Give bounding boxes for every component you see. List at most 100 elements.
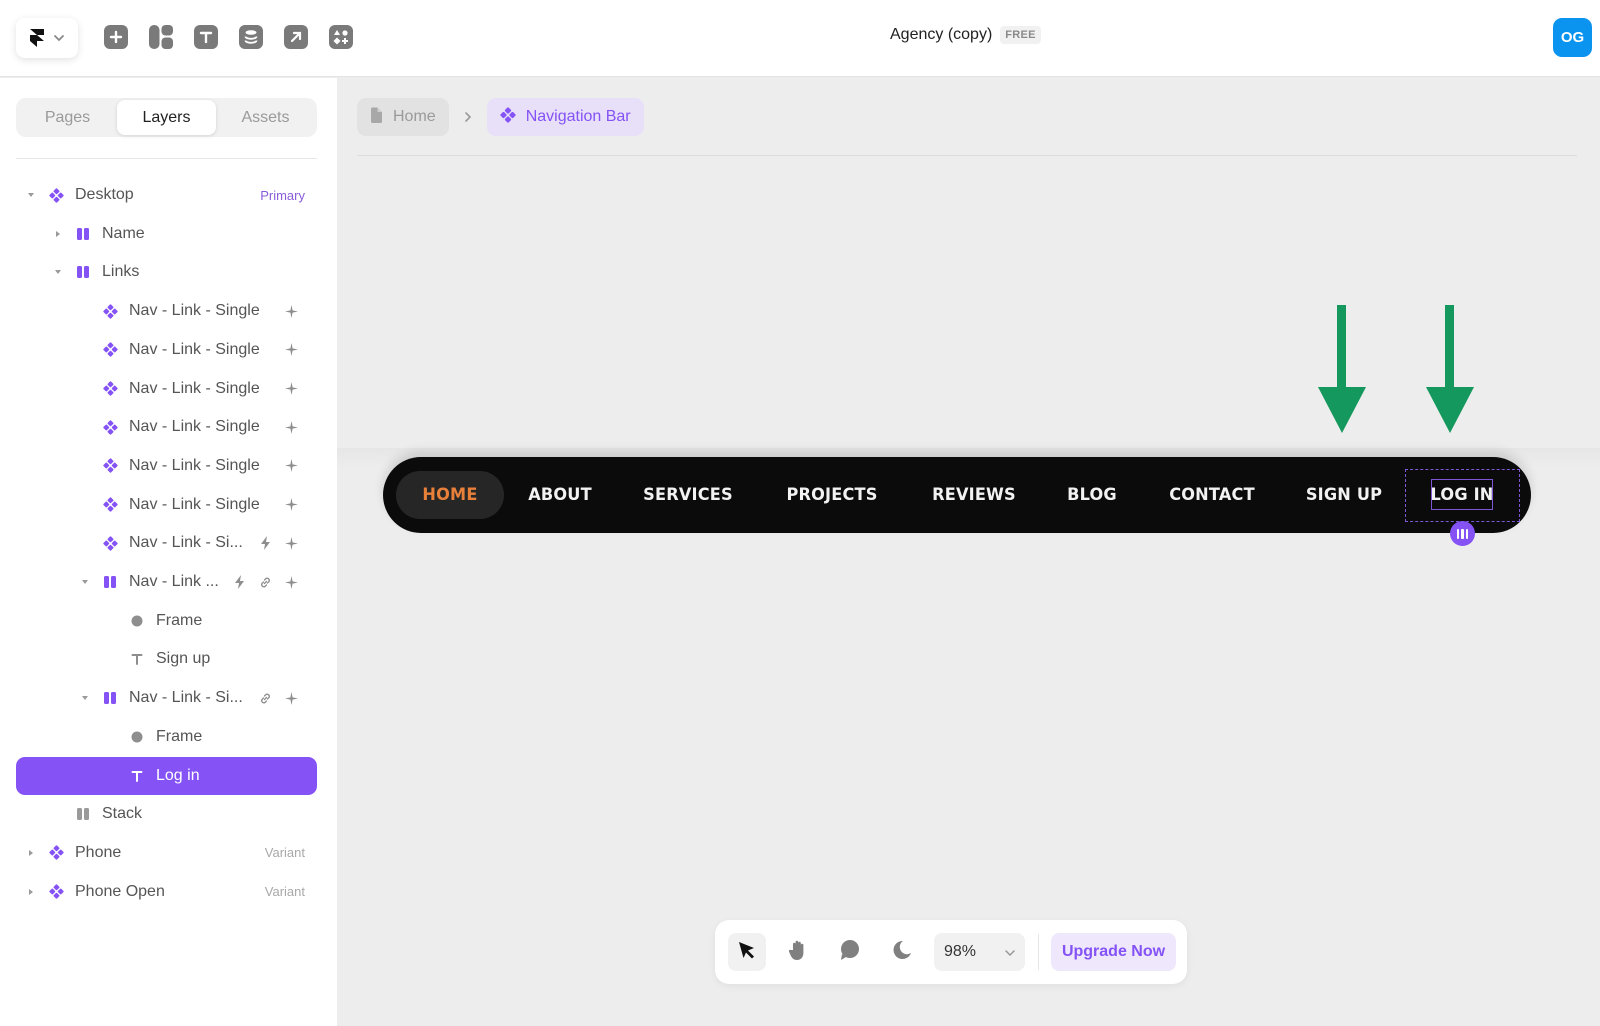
lightning-icon[interactable] bbox=[258, 536, 272, 551]
nav-link-about[interactable]: ABOUT bbox=[517, 457, 603, 533]
component-icon bbox=[102, 535, 118, 551]
link-icon[interactable] bbox=[258, 691, 272, 705]
text-icon bbox=[129, 768, 145, 784]
link-icon[interactable] bbox=[258, 575, 272, 589]
components-button[interactable] bbox=[329, 25, 353, 49]
shapes-icon bbox=[333, 29, 349, 45]
sparkle-icon[interactable] bbox=[284, 536, 298, 550]
hand-tool-button[interactable] bbox=[779, 933, 817, 971]
nav-link-home[interactable]: HOME bbox=[399, 457, 502, 533]
dark-mode-button[interactable] bbox=[883, 933, 921, 971]
sparkle-icon[interactable] bbox=[284, 498, 298, 512]
cms-button[interactable] bbox=[239, 25, 263, 49]
layer-tag: Primary bbox=[260, 187, 305, 203]
annotation-arrow-log-in bbox=[1426, 305, 1474, 433]
layer-row[interactable]: Nav - Link - Si... bbox=[16, 679, 317, 717]
tab-layers[interactable]: Layers bbox=[117, 100, 216, 135]
breadcrumb-home-label: Home bbox=[393, 108, 436, 125]
lightning-icon[interactable] bbox=[232, 575, 246, 589]
layer-label: Phone Open bbox=[75, 882, 165, 900]
navigation-bar[interactable]: HOME ABOUT SERVICES PROJECTS REVIEWS BLO… bbox=[383, 457, 1531, 546]
sparkle-icon[interactable] bbox=[284, 691, 298, 705]
canvas-divider bbox=[357, 155, 1577, 156]
layer-row[interactable]: Nav - Link - Single bbox=[16, 408, 317, 446]
layer-row[interactable]: Frame bbox=[16, 602, 317, 640]
layer-row[interactable]: Desktop Primary bbox=[16, 176, 317, 214]
caret-right-icon[interactable] bbox=[54, 230, 62, 238]
sidebar-divider bbox=[16, 158, 317, 159]
page-icon bbox=[370, 107, 383, 128]
app-menu-button[interactable] bbox=[16, 18, 78, 58]
nav-link-reviews[interactable]: REVIEWS bbox=[926, 457, 1023, 533]
layer-label: Nav - Link - Single bbox=[129, 418, 260, 436]
caret-down-icon[interactable] bbox=[27, 191, 35, 199]
component-icon bbox=[102, 497, 118, 513]
insert-button[interactable] bbox=[104, 25, 128, 49]
layer-row[interactable]: Nav - Link - Single bbox=[16, 370, 317, 408]
select-tool-button[interactable] bbox=[728, 933, 766, 971]
layer-row-selected[interactable]: Log in bbox=[16, 756, 317, 795]
caret-down-icon[interactable] bbox=[54, 268, 62, 276]
layer-row[interactable]: Links bbox=[16, 253, 317, 291]
tab-pages[interactable]: Pages bbox=[18, 100, 117, 135]
layer-label: Stack bbox=[102, 805, 143, 823]
stack-icon bbox=[75, 264, 91, 280]
nav-link-contact[interactable]: CONTACT bbox=[1162, 457, 1263, 533]
layer-row[interactable]: Nav - Link - Single bbox=[16, 331, 317, 369]
link-button[interactable] bbox=[284, 25, 308, 49]
sparkle-icon[interactable] bbox=[284, 382, 298, 396]
sparkle-icon[interactable] bbox=[284, 575, 298, 589]
caret-down-icon[interactable] bbox=[81, 578, 89, 586]
stack-handle-icon[interactable] bbox=[1450, 521, 1475, 546]
text-tool-button[interactable] bbox=[194, 25, 218, 49]
nav-link-sign-up[interactable]: SIGN UP bbox=[1299, 457, 1388, 533]
project-title[interactable]: Agency (copy) bbox=[890, 26, 992, 44]
stack-icon bbox=[102, 690, 118, 706]
toolbar-divider bbox=[1038, 934, 1039, 970]
user-avatar[interactable]: OG bbox=[1553, 18, 1592, 57]
caret-right-icon[interactable] bbox=[27, 888, 35, 896]
sparkle-icon[interactable] bbox=[284, 420, 298, 434]
nav-link-projects[interactable]: PROJECTS bbox=[776, 457, 888, 533]
canvas[interactable]: Home Navigation Bar HOME ABOUT SERVICES … bbox=[337, 78, 1600, 1026]
nav-link-blog[interactable]: BLOG bbox=[1059, 457, 1126, 533]
layer-label: Phone bbox=[75, 843, 122, 861]
breadcrumb-home[interactable]: Home bbox=[357, 98, 449, 136]
layer-row[interactable]: Nav - Link - Single bbox=[16, 292, 317, 330]
layer-row[interactable]: Sign up bbox=[16, 640, 317, 678]
sparkle-icon[interactable] bbox=[284, 304, 298, 318]
moon-icon bbox=[892, 940, 912, 965]
top-bar: Agency (copy) FREE OG bbox=[0, 0, 1600, 77]
layer-label: Nav - Link - Single bbox=[129, 379, 260, 397]
sparkle-icon[interactable] bbox=[284, 459, 298, 473]
layer-row[interactable]: Stack bbox=[16, 795, 317, 833]
cursor-icon bbox=[737, 940, 757, 965]
nav-link-services[interactable]: SERVICES bbox=[636, 457, 741, 533]
layer-tag: Variant bbox=[264, 845, 305, 861]
caret-down-icon[interactable] bbox=[81, 694, 89, 702]
layer-row[interactable]: Nav - Link - Si... bbox=[16, 524, 317, 562]
circle-icon bbox=[129, 613, 145, 629]
layer-label: Nav - Link - Si... bbox=[129, 534, 243, 552]
caret-right-icon[interactable] bbox=[27, 849, 35, 857]
layer-label: Log in bbox=[156, 766, 200, 784]
component-icon bbox=[48, 884, 64, 900]
breadcrumb-navigation-bar[interactable]: Navigation Bar bbox=[486, 98, 644, 136]
stack-icon bbox=[102, 574, 118, 590]
component-icon bbox=[48, 845, 64, 861]
layer-row[interactable]: Phone Open Variant bbox=[16, 873, 317, 911]
layer-label: Sign up bbox=[156, 650, 211, 668]
tab-assets[interactable]: Assets bbox=[216, 100, 315, 135]
sparkle-icon[interactable] bbox=[284, 343, 298, 357]
zoom-select[interactable]: 98% bbox=[934, 933, 1025, 971]
layer-row[interactable]: Nav - Link - Single bbox=[16, 486, 317, 524]
layer-row[interactable]: Phone Variant bbox=[16, 834, 317, 872]
database-icon bbox=[244, 29, 258, 45]
layer-row[interactable]: Nav - Link ... bbox=[16, 563, 317, 601]
upgrade-now-button[interactable]: Upgrade Now bbox=[1051, 933, 1176, 971]
layer-row[interactable]: Frame bbox=[16, 718, 317, 756]
comment-tool-button[interactable] bbox=[831, 933, 869, 971]
layer-row[interactable]: Name bbox=[16, 215, 317, 253]
layout-button[interactable] bbox=[149, 25, 173, 49]
layer-row[interactable]: Nav - Link - Single bbox=[16, 447, 317, 485]
